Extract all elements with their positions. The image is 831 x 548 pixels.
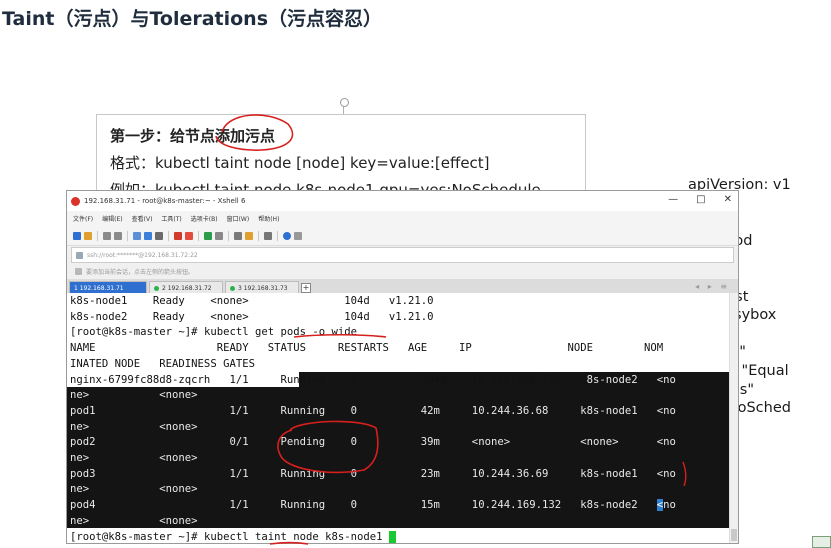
paste-icon[interactable] xyxy=(114,231,122,240)
table-row: ne> <none> xyxy=(70,420,198,433)
search-icon[interactable] xyxy=(133,231,141,240)
corner-thumbnail xyxy=(812,536,831,548)
table-row: ne> <none> xyxy=(70,389,198,402)
row-text: nginx-6799fc88d8-zqcrh 1/1 Running 0 104… xyxy=(70,373,587,386)
table-row: pod3 1/1 Running 0 23m 10.244.36.69 k8s-… xyxy=(70,467,676,480)
open-folder-icon[interactable] xyxy=(84,231,92,240)
toolbar-divider xyxy=(198,230,199,241)
minimize-button[interactable]: — xyxy=(668,194,678,205)
close-button[interactable]: ✕ xyxy=(724,194,732,205)
table-header: INATED NODE READINESS GATES xyxy=(70,357,255,370)
table-row: pod4 1/1 Running 0 15m 10.244.169.132 k8… xyxy=(70,498,676,514)
row-text-selected: 8s-node2 <no xyxy=(586,373,676,386)
host-icon xyxy=(76,251,83,259)
toolbar-divider xyxy=(168,230,169,241)
connected-dot-icon xyxy=(154,286,159,291)
scrollbar-thumb[interactable] xyxy=(731,529,737,541)
terminal-line: [root@k8s-master ~]# kubectl get pods -o… xyxy=(70,325,357,341)
help-icon[interactable] xyxy=(283,231,291,240)
font-icon[interactable] xyxy=(155,231,163,240)
text-cursor xyxy=(388,530,396,543)
menu-help[interactable]: 帮助(H) xyxy=(258,214,279,223)
command-text: kubectl get xyxy=(203,326,281,339)
terminal-line: k8s-node1 Ready <none> 104d v1.21.0 xyxy=(70,295,434,307)
keyboard-icon[interactable] xyxy=(234,231,242,240)
tab-label: 1 192.168.31.71 xyxy=(74,285,124,292)
row-text: no xyxy=(663,499,676,512)
new-session-icon[interactable] xyxy=(73,231,81,240)
command-flag: pods -o wide xyxy=(280,326,358,339)
toolbar-divider xyxy=(277,230,278,241)
toolbar-divider xyxy=(97,230,98,241)
copy-icon[interactable] xyxy=(103,231,111,240)
session-hint-text: 要添加当前会话，点击左侧的箭头按钮。 xyxy=(86,269,195,276)
chat-icon[interactable] xyxy=(294,231,302,240)
address-text: ssh://root:*******@192.168.31.72:22 xyxy=(87,251,198,259)
rotate-handle[interactable] xyxy=(340,98,349,114)
table-row: pod2 0/1 Pending 0 39m <none> <none> <no xyxy=(70,436,676,449)
toolbar xyxy=(67,226,738,246)
menu-file[interactable]: 文件(F) xyxy=(73,214,93,223)
table-row: ne> <none> xyxy=(70,514,198,527)
shell-prompt: [root@k8s-master ~]# xyxy=(70,530,204,543)
menu-view[interactable]: 查看(V) xyxy=(132,214,153,223)
table-row: ne> <none> xyxy=(70,483,198,496)
toolbar-divider xyxy=(228,230,229,241)
command-text: kubectl taint node k8s-node1 xyxy=(203,530,389,543)
slide-title: Taint（污点）与Tolerations（污点容忍） xyxy=(2,8,383,30)
xshell-logo-icon xyxy=(71,196,80,206)
terminal-scrollbar[interactable] xyxy=(729,293,738,543)
table-header: NAME READY STATUS RESTARTS AGE IP NODE N… xyxy=(70,342,664,355)
terminal-output[interactable]: k8s-node1 Ready <none> 104d v1.21.0 k8s-… xyxy=(67,293,729,543)
address-bar[interactable]: ssh://root:*******@192.168.31.72:22 xyxy=(71,247,734,263)
add-tab-button[interactable]: + xyxy=(301,283,311,293)
step-textbox[interactable]: 第一步：给节点添加污点 格式：kubectl taint node [node]… xyxy=(96,98,586,199)
terminal-line: k8s-node2 Ready <none> 104d v1.21.0 xyxy=(70,310,434,323)
table-row: nginx-6799fc88d8-zqcrh 1/1 Running 0 104… xyxy=(70,373,676,389)
maximize-button[interactable]: □ xyxy=(696,194,705,205)
xftp-icon[interactable] xyxy=(174,231,182,240)
toolbar-divider xyxy=(258,230,259,241)
tab-label: 3 192.168.31.73 xyxy=(238,285,288,292)
globe-icon[interactable] xyxy=(144,231,152,240)
table-row: ne> <none> xyxy=(70,452,198,464)
menu-window[interactable]: 窗口(W) xyxy=(227,214,250,223)
tab-label: 2 192.168.31.72 xyxy=(162,285,212,292)
fullscreen-icon[interactable] xyxy=(204,231,212,240)
layout-icon[interactable] xyxy=(245,231,253,240)
window-title: 192.168.31.71 - root@k8s-master:~ - Xshe… xyxy=(84,197,246,205)
tab-nav-arrows[interactable]: ◂ ▸ ≡ xyxy=(695,282,730,291)
terminal-input-line[interactable]: [root@k8s-master ~]# kubectl taint node … xyxy=(70,530,396,544)
tab-menu-icon[interactable] xyxy=(264,231,272,240)
session-hint-bar: 要添加当前会话，点击左侧的箭头按钮。 xyxy=(67,264,738,279)
script-icon[interactable] xyxy=(185,231,193,240)
menu-tab[interactable]: 选项卡(B) xyxy=(191,214,218,223)
row-text: pod4 1/1 Running 0 15m 10.244.169.132 k8… xyxy=(70,499,657,512)
step-title: 第一步：给节点添加污点 xyxy=(110,127,276,145)
session-arrow-icon[interactable] xyxy=(75,268,82,275)
window-titlebar[interactable]: 192.168.31.71 - root@k8s-master:~ - Xshe… xyxy=(67,191,738,211)
format-line: 格式：kubectl taint node [node] key=value:[… xyxy=(110,154,490,172)
table-row: pod1 1/1 Running 0 42m 10.244.36.68 k8s-… xyxy=(70,404,676,417)
menu-edit[interactable]: 编辑(E) xyxy=(102,214,122,223)
toolbar-divider xyxy=(127,230,128,241)
connected-dot-icon xyxy=(230,286,235,291)
shell-prompt: [root@k8s-master ~]# xyxy=(70,326,204,339)
menu-bar: 文件(F) 编辑(E) 查看(V) 工具(T) 选项卡(B) 窗口(W) 帮助(… xyxy=(67,211,738,226)
menu-tools[interactable]: 工具(T) xyxy=(161,214,181,223)
lock-icon[interactable] xyxy=(215,231,223,240)
xshell-window[interactable]: 192.168.31.71 - root@k8s-master:~ - Xshe… xyxy=(66,190,739,544)
